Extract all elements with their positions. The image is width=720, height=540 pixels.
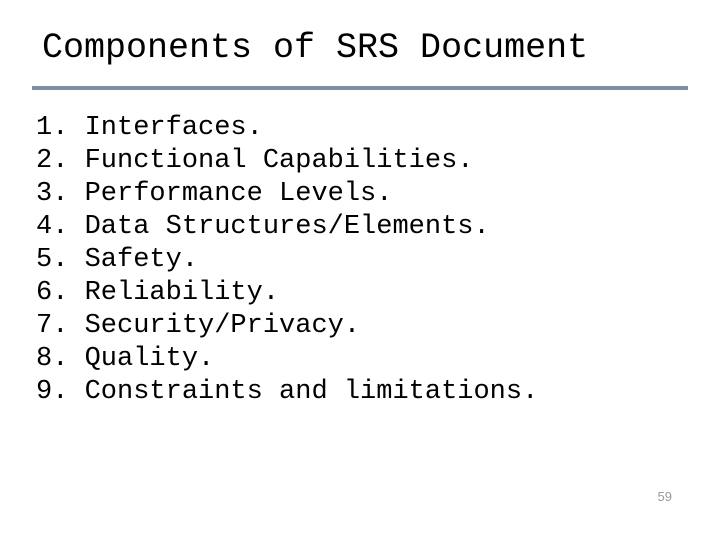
title-divider (32, 86, 688, 90)
list-item: 7. Security/Privacy. (36, 310, 688, 343)
list-item-number: 4. (36, 211, 68, 244)
list-item: 5. Safety. (36, 244, 688, 277)
page-number: 59 (658, 489, 672, 504)
list-item-text: Data Structures/Elements. (85, 212, 490, 242)
list-item: 6. Reliability. (36, 277, 688, 310)
list-item-number: 6. (36, 277, 68, 310)
list-item-text: Quality. (85, 344, 215, 374)
list-item-text: Functional Capabilities. (85, 146, 474, 176)
list-item-number: 1. (36, 112, 68, 145)
list-item-number: 8. (36, 343, 68, 376)
components-list: 1. Interfaces. 2. Functional Capabilitie… (32, 112, 688, 408)
list-item: 2. Functional Capabilities. (36, 145, 688, 178)
list-item-text: Safety. (85, 245, 198, 275)
list-item: 8. Quality. (36, 343, 688, 376)
list-item-number: 9. (36, 376, 68, 409)
list-item-number: 3. (36, 178, 68, 211)
list-item-number: 2. (36, 145, 68, 178)
list-item: 1. Interfaces. (36, 112, 688, 145)
list-item-text: Interfaces. (85, 113, 263, 143)
page-title: Components of SRS Document (42, 28, 688, 68)
list-item-number: 5. (36, 244, 68, 277)
list-item: 9. Constraints and limitations. (36, 376, 688, 409)
list-item-text: Performance Levels. (85, 179, 393, 209)
list-item-text: Constraints and limitations. (85, 377, 539, 407)
list-item: 3. Performance Levels. (36, 178, 688, 211)
list-item-text: Security/Privacy. (85, 311, 360, 341)
slide: Components of SRS Document 1. Interfaces… (0, 0, 720, 540)
list-item: 4. Data Structures/Elements. (36, 211, 688, 244)
list-item-text: Reliability. (85, 278, 279, 308)
list-item-number: 7. (36, 310, 68, 343)
